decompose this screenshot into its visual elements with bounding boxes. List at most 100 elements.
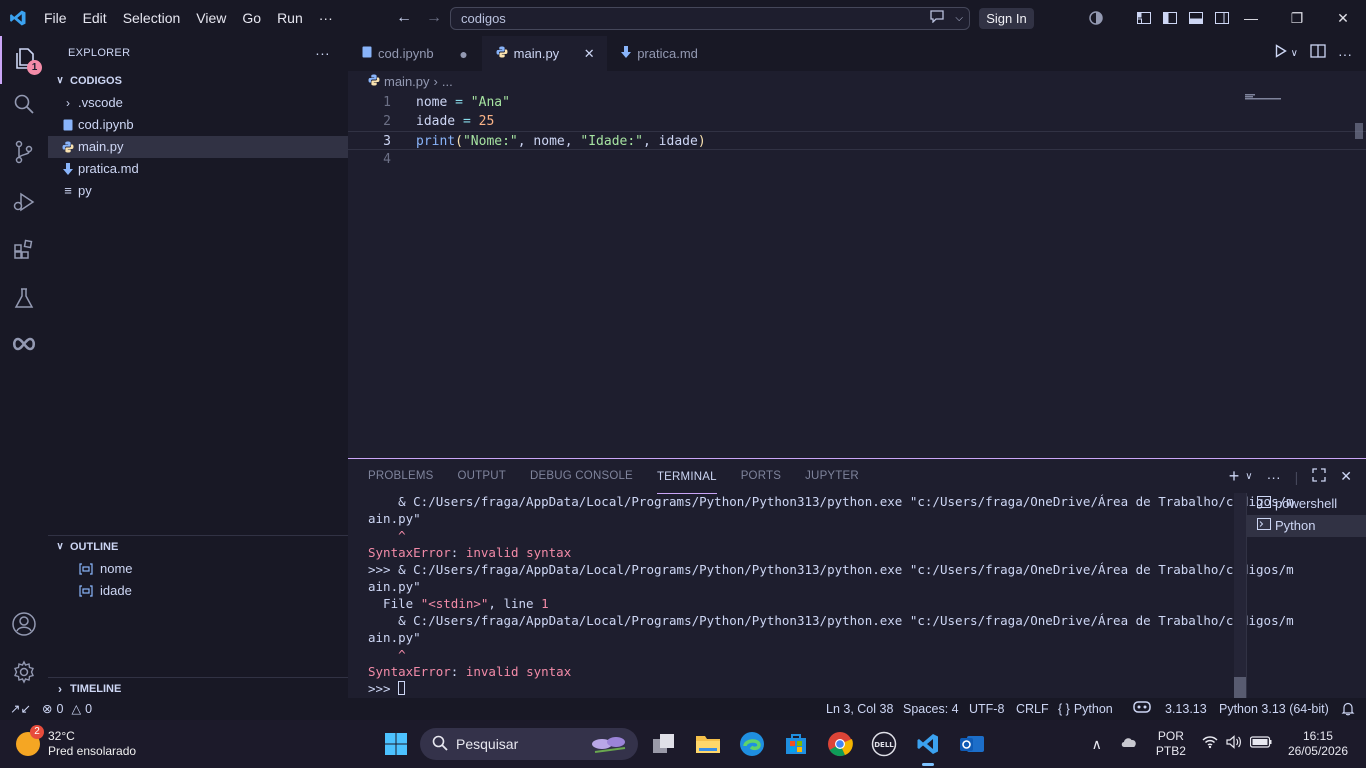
close-panel-icon[interactable]: ✕ — [1340, 468, 1352, 485]
terminal-entry-powershell[interactable]: powershell — [1247, 493, 1366, 515]
copilot-icon[interactable] — [1088, 10, 1104, 26]
chat-icon[interactable] — [929, 8, 945, 29]
close-icon[interactable]: ✕ — [581, 46, 597, 62]
wifi-icon[interactable] — [1202, 735, 1218, 754]
search-activity[interactable] — [0, 82, 48, 130]
editor-scrollbar[interactable] — [1355, 123, 1363, 139]
weather-widget[interactable]: 2 32°C Pred ensolarado — [16, 725, 136, 762]
minimize-button[interactable]: — — [1228, 0, 1274, 36]
tree-item-main-py[interactable]: main.py — [48, 136, 348, 158]
more-actions-icon[interactable]: ··· — [315, 36, 330, 70]
explorer-activity[interactable]: 1 — [0, 36, 48, 84]
code-line[interactable]: 1 nome = "Ana" — [348, 93, 1366, 112]
chevron-down-icon[interactable]: ∨ — [1291, 48, 1298, 59]
chevron-up-icon[interactable]: ∧ — [1092, 736, 1102, 753]
new-terminal-icon[interactable]: + — [1229, 466, 1240, 487]
menu-selection[interactable]: Selection — [115, 0, 189, 36]
tab-terminal[interactable]: TERMINAL — [656, 459, 717, 494]
tab-cod-ipynb[interactable]: cod.ipynb ● — [348, 36, 482, 71]
breadcrumb-more[interactable]: ... — [442, 71, 453, 93]
outline-item-nome[interactable]: nome — [48, 558, 348, 580]
tree-item-vscode[interactable]: › .vscode — [48, 92, 348, 114]
tab-main-py[interactable]: main.py ✕ — [481, 36, 608, 71]
notifications-icon[interactable] — [1341, 698, 1355, 720]
folder-header[interactable]: ∨ CODIGOS — [48, 70, 348, 92]
maximize-panel-icon[interactable] — [1312, 468, 1326, 485]
python-version[interactable]: 3.13.13 — [1133, 698, 1207, 720]
testing-activity[interactable] — [0, 276, 48, 324]
edge-browser-icon[interactable] — [736, 728, 768, 760]
close-window-button[interactable]: ✕ — [1320, 0, 1366, 36]
command-center[interactable]: codigos ⌵ — [450, 7, 970, 30]
encoding[interactable]: UTF-8 — [969, 698, 1004, 720]
language-mode[interactable]: { } Python — [1058, 698, 1113, 720]
remote-activity[interactable] — [0, 322, 48, 370]
clock[interactable]: 16:15 26/05/2026 — [1288, 729, 1348, 759]
tab-jupyter[interactable]: JUPYTER — [805, 459, 859, 494]
interpreter[interactable]: Python 3.13 (64-bit) — [1219, 698, 1329, 720]
chevron-down-icon[interactable]: ⌵ — [955, 8, 963, 29]
run-debug-activity[interactable] — [0, 180, 48, 228]
battery-icon[interactable] — [1249, 735, 1272, 753]
dell-icon[interactable]: DELL — [868, 728, 900, 760]
volume-icon[interactable] — [1226, 734, 1242, 754]
terminal-entry-python[interactable]: Python — [1247, 515, 1366, 537]
manage-activity[interactable] — [0, 650, 48, 698]
toggle-panel-icon[interactable] — [1188, 10, 1204, 26]
terminal-output[interactable]: & C:/Users/fraga/AppData/Local/Programs/… — [368, 493, 1294, 699]
file-explorer-icon[interactable] — [692, 728, 724, 760]
more-actions-icon[interactable]: ··· — [1338, 46, 1352, 62]
line-endings[interactable]: CRLF — [1016, 698, 1049, 720]
toggle-layout-icon[interactable] — [1136, 10, 1152, 26]
breadcrumb-file[interactable]: main.py — [384, 71, 430, 93]
menu-edit[interactable]: Edit — [75, 0, 115, 36]
remote-indicator[interactable]: ↗↙ — [10, 698, 31, 720]
indentation[interactable]: Spaces: 4 — [903, 698, 959, 720]
terminal-scrollbar[interactable] — [1234, 493, 1246, 699]
code-line[interactable]: 2 idade = 25 — [348, 112, 1366, 131]
menu-go[interactable]: Go — [234, 0, 269, 36]
tab-problems[interactable]: PROBLEMS — [368, 459, 434, 494]
onedrive-cloud-icon[interactable] — [1120, 735, 1138, 753]
extensions-activity[interactable] — [0, 228, 48, 276]
code-editor[interactable]: 1 nome = "Ana" 2 idade = 25 3 print("Nome:", … — [348, 93, 1366, 458]
language-indicator[interactable]: POR PTB2 — [1156, 729, 1186, 759]
code-line[interactable]: 3 print("Nome:", nome, "Idade:", idade) — [348, 131, 1366, 150]
outline-header[interactable]: ∨ OUTLINE — [48, 536, 348, 558]
tab-pratica-md[interactable]: pratica.md — [607, 36, 724, 71]
chevron-down-icon[interactable]: ∨ — [1245, 471, 1252, 482]
cursor-position[interactable]: Ln 3, Col 38 — [826, 698, 893, 720]
tab-output[interactable]: OUTPUT — [458, 459, 506, 494]
toggle-sidebar-icon[interactable] — [1162, 10, 1178, 26]
back-arrow-icon[interactable]: ← — [396, 9, 412, 27]
microsoft-store-icon[interactable] — [780, 728, 812, 760]
accounts-activity[interactable] — [0, 602, 48, 650]
outline-item-idade[interactable]: idade — [48, 580, 348, 602]
tab-debug-console[interactable]: DEBUG CONSOLE — [530, 459, 633, 494]
tree-item-py[interactable]: ≡ py — [48, 180, 348, 202]
chrome-browser-icon[interactable] — [824, 728, 856, 760]
tab-ports[interactable]: PORTS — [741, 459, 781, 494]
menu-view[interactable]: View — [188, 0, 234, 36]
vscode-taskbar-icon[interactable] — [912, 728, 944, 766]
split-editor-icon[interactable] — [1310, 44, 1326, 63]
menu-more[interactable]: ··· — [311, 0, 341, 36]
sign-in-button[interactable]: Sign In — [979, 8, 1034, 29]
timeline-header[interactable]: › TIMELINE — [48, 678, 348, 700]
task-view-icon[interactable] — [648, 728, 680, 760]
menu-run[interactable]: Run — [269, 0, 311, 36]
minimap[interactable] — [1245, 94, 1285, 100]
modified-dot-icon[interactable]: ● — [456, 46, 472, 62]
start-button[interactable] — [380, 728, 412, 760]
tree-item-cod-ipynb[interactable]: cod.ipynb — [48, 114, 348, 136]
problems-indicator[interactable]: ⊗ 0 △ 0 — [42, 698, 92, 720]
outlook-icon[interactable] — [956, 728, 988, 760]
code-line[interactable]: 4 — [348, 150, 1366, 169]
taskbar-search[interactable]: Pesquisar — [420, 728, 638, 760]
more-actions-icon[interactable]: ··· — [1267, 469, 1281, 485]
run-icon[interactable] — [1275, 44, 1287, 63]
forward-arrow-icon[interactable]: → — [426, 9, 442, 27]
tree-item-pratica-md[interactable]: pratica.md — [48, 158, 348, 180]
source-control-activity[interactable] — [0, 130, 48, 178]
menu-file[interactable]: File — [36, 0, 75, 36]
